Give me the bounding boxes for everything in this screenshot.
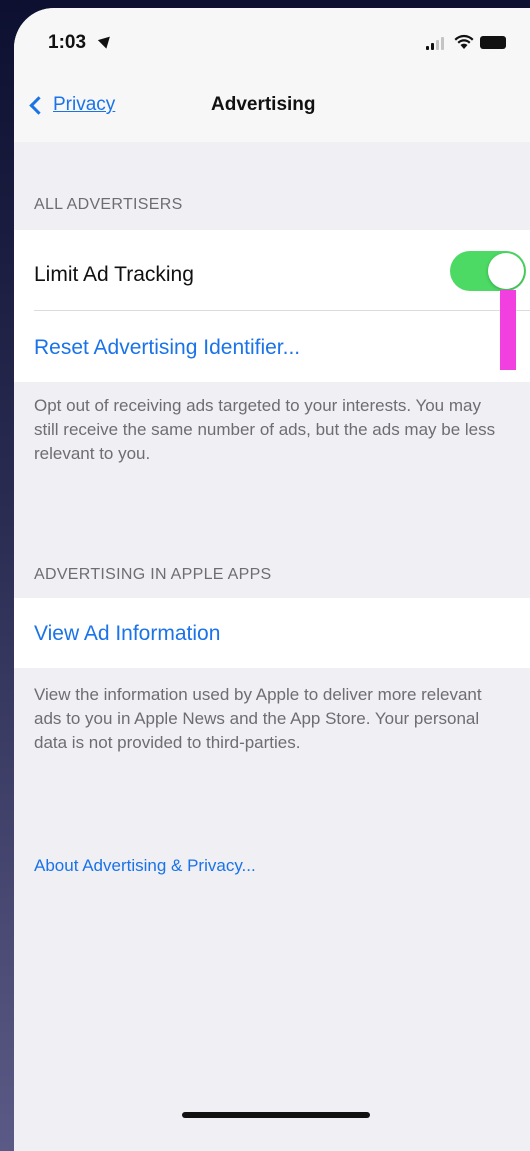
page-title: Advertising xyxy=(211,94,316,115)
battery-icon xyxy=(480,36,506,49)
cellular-signal-icon xyxy=(426,36,448,50)
home-indicator xyxy=(182,1112,370,1118)
reset-advertising-identifier-button[interactable]: Reset Advertising Identifier... xyxy=(34,336,300,360)
all-advertisers-footer: Opt out of receiving ads targeted to you… xyxy=(34,396,496,463)
all-advertisers-group: Limit Ad Tracking Reset Advertising Iden… xyxy=(14,230,530,382)
back-button[interactable]: Privacy xyxy=(29,94,116,116)
about-advertising-privacy-link[interactable]: About Advertising & Privacy... xyxy=(34,856,256,876)
section-header-all-advertisers: ALL ADVERTISERS xyxy=(34,196,183,213)
section-header-apple-apps: ADVERTISING IN APPLE APPS xyxy=(34,566,272,583)
back-label: Privacy xyxy=(53,94,116,115)
status-bar: 1:03 xyxy=(14,8,530,70)
navigation-bar: Privacy Advertising xyxy=(14,70,530,142)
status-time: 1:03 xyxy=(48,32,87,53)
screenshot-frame: 1:03 Privacy Advertising ALL ADVERTISERS… xyxy=(0,0,530,1151)
view-ad-information-button[interactable]: View Ad Information xyxy=(34,622,220,646)
row-divider xyxy=(34,310,530,311)
limit-ad-tracking-label: Limit Ad Tracking xyxy=(34,263,194,286)
toggle-knob xyxy=(488,253,524,289)
apple-apps-group: View Ad Information xyxy=(14,598,530,668)
apple-apps-footer: View the information used by Apple to de… xyxy=(34,685,482,752)
limit-ad-tracking-toggle[interactable] xyxy=(450,251,526,291)
wifi-icon xyxy=(454,34,474,49)
chevron-left-icon xyxy=(29,95,48,115)
pink-annotation-marker xyxy=(500,290,516,370)
location-arrow-icon xyxy=(97,32,115,49)
phone-screen: 1:03 Privacy Advertising ALL ADVERTISERS… xyxy=(14,8,530,1151)
